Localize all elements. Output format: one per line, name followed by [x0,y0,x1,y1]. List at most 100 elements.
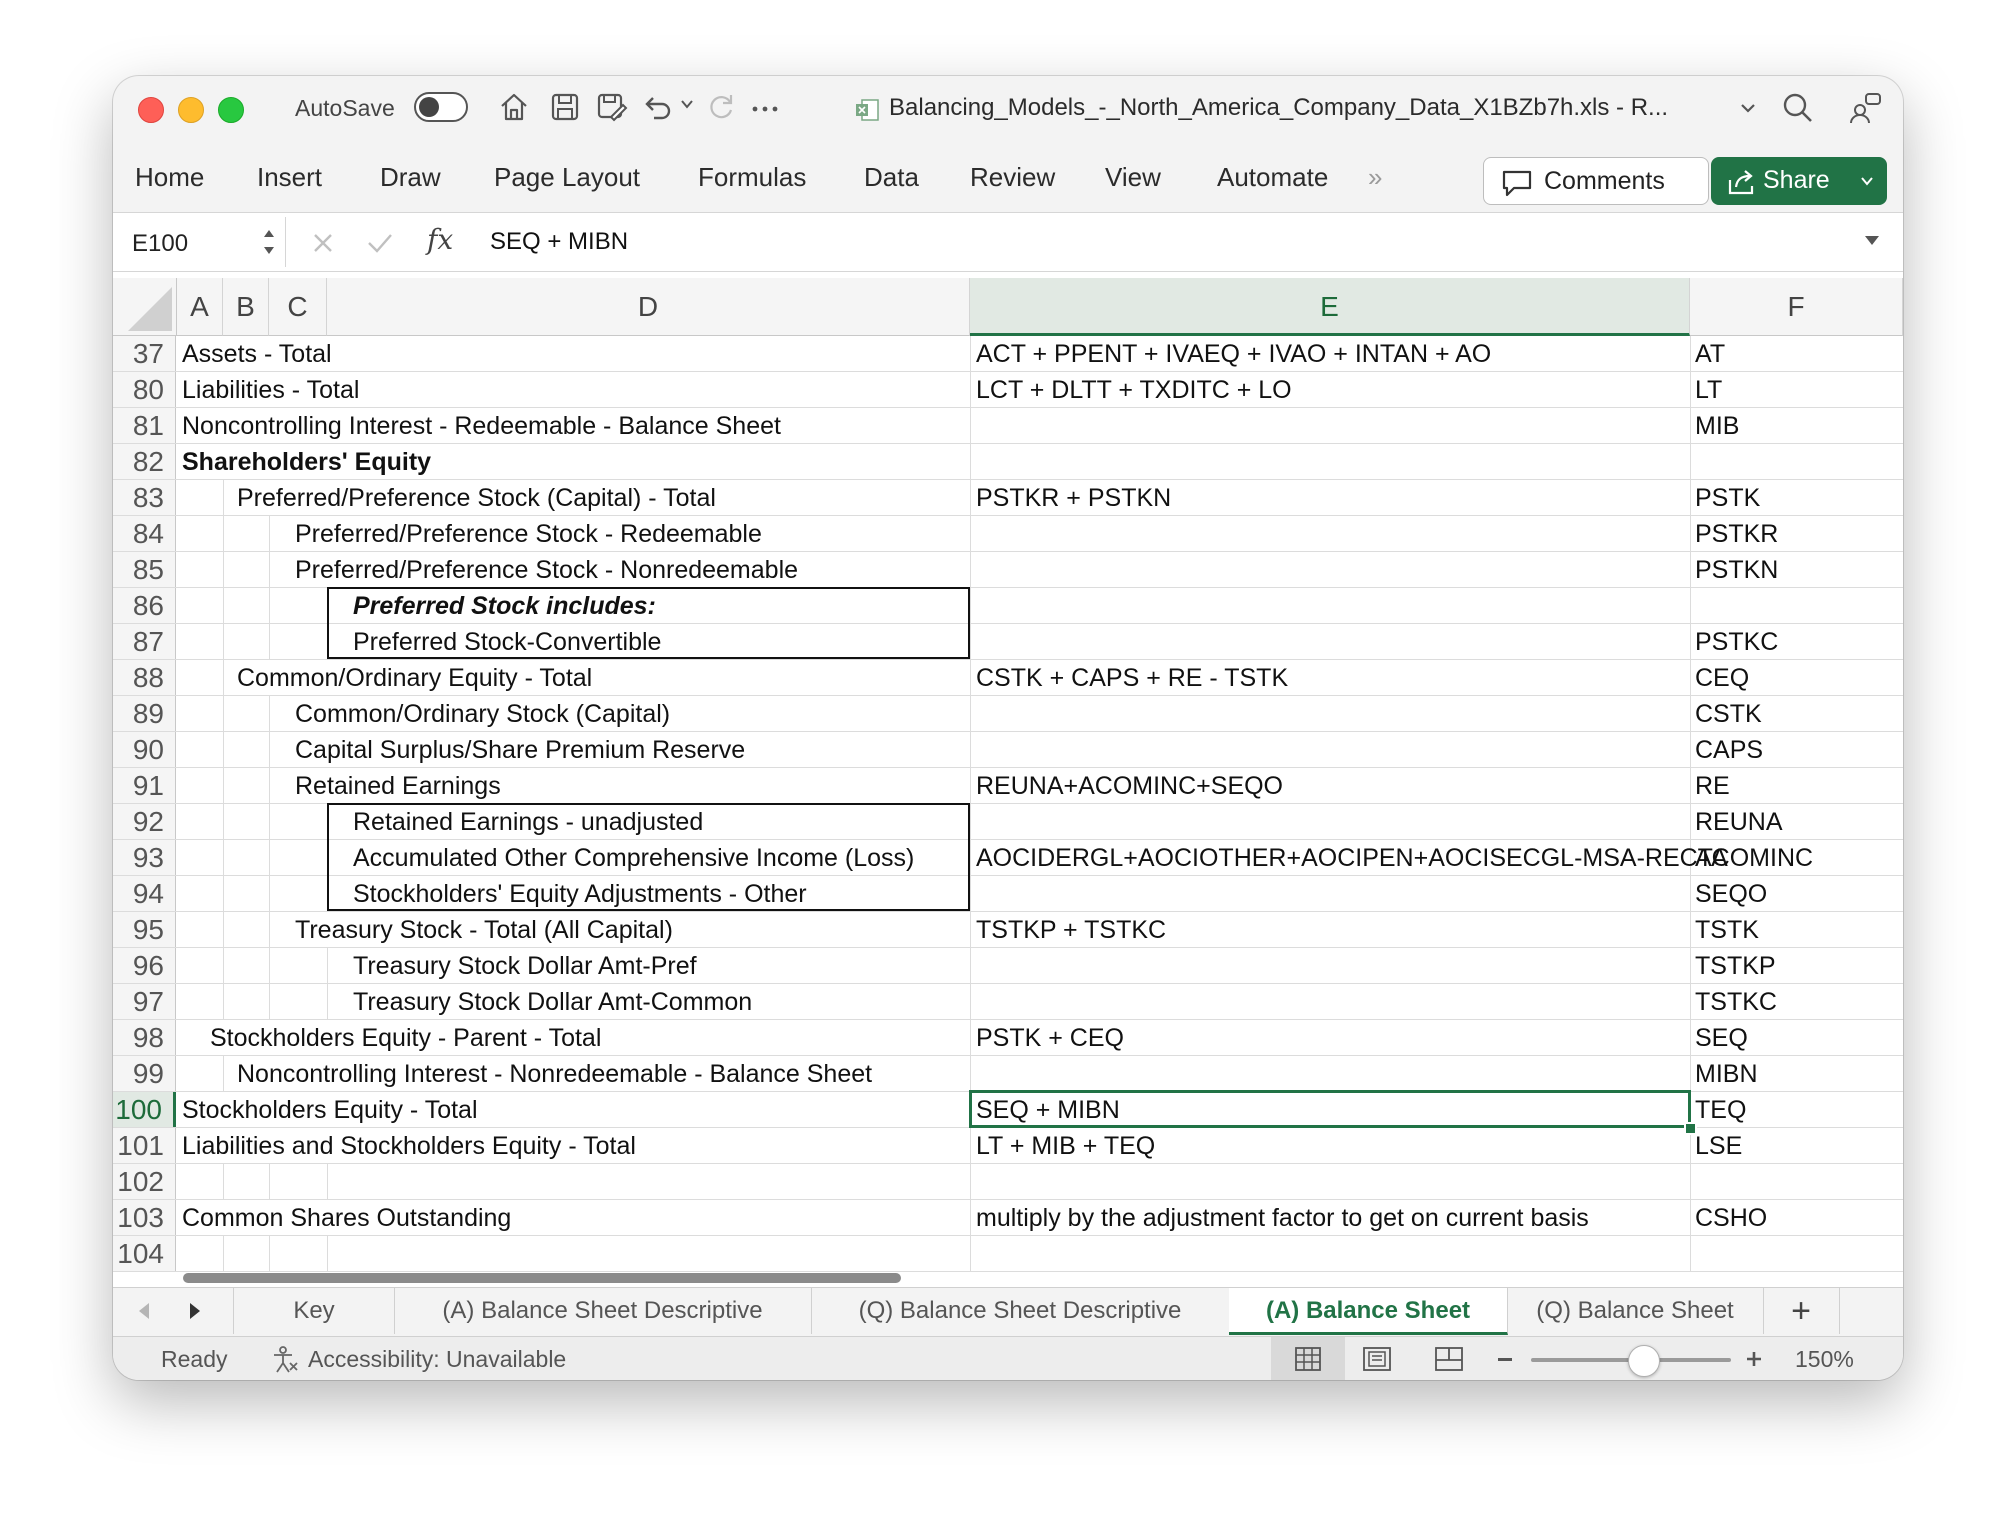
code-cell[interactable]: LSE [1695,1128,1742,1163]
redo-icon[interactable] [704,90,738,129]
comments-button[interactable]: Comments [1483,157,1709,205]
title-dropdown-chevron-icon[interactable] [1738,98,1758,123]
tab-draw[interactable]: Draw [380,162,441,193]
column-header-b[interactable]: B [223,278,269,336]
sheet-tab-a-balance-sheet-descriptive[interactable]: (A) Balance Sheet Descriptive [394,1288,812,1334]
row-header[interactable]: 91 [113,768,176,803]
maximize-window-button[interactable] [218,97,244,123]
label-cell[interactable]: Preferred/Preference Stock - Redeemable [295,516,762,551]
formula-cell[interactable]: PSTK + CEQ [976,1020,1124,1055]
expand-formula-bar-icon[interactable] [1863,233,1881,254]
column-header-e[interactable]: E [970,278,1690,336]
code-cell[interactable]: CSHO [1695,1200,1767,1235]
label-cell[interactable]: Capital Surplus/Share Premium Reserve [295,732,745,767]
code-cell[interactable]: AT [1695,336,1725,371]
row-header[interactable]: 101 [113,1128,176,1163]
code-cell[interactable]: PSTKR [1695,516,1778,551]
code-cell[interactable]: PSTKC [1695,624,1778,659]
tab-home[interactable]: Home [135,162,204,193]
spreadsheet-grid[interactable]: A B C D E F 37 Assets - Total ACT + PPENT … [113,272,1903,1287]
fill-handle[interactable] [1684,1122,1697,1135]
next-sheet-icon[interactable] [186,1300,204,1327]
code-cell[interactable]: TSTKC [1695,984,1777,1019]
horizontal-scrollbar[interactable] [183,1273,901,1283]
row-header[interactable]: 85 [113,552,176,587]
code-cell[interactable]: LT [1695,372,1722,407]
tab-view[interactable]: View [1105,162,1161,193]
row-header[interactable]: 90 [113,732,176,767]
code-cell[interactable]: RE [1695,768,1730,803]
label-cell[interactable]: Noncontrolling Interest - Nonredeemable … [237,1056,872,1091]
tab-insert[interactable]: Insert [257,162,322,193]
formula-cell[interactable]: LT + MIB + TEQ [976,1128,1155,1163]
account-icon[interactable] [1847,90,1883,131]
formula-cell[interactable]: REUNA+ACOMINC+SEQO [976,768,1283,803]
row-header[interactable]: 102 [113,1164,176,1199]
sheet-tab-a-balance-sheet[interactable]: (A) Balance Sheet [1229,1288,1508,1335]
row-header[interactable]: 37 [113,336,176,371]
share-button[interactable]: Share [1711,157,1887,205]
column-header-f[interactable]: F [1690,278,1903,336]
label-cell[interactable]: Noncontrolling Interest - Redeemable - B… [182,408,781,443]
close-window-button[interactable] [138,97,164,123]
name-box[interactable]: E100 [117,217,286,267]
sheet-tab-key[interactable]: Key [234,1288,395,1334]
row-header[interactable]: 96 [113,948,176,983]
row-header[interactable]: 97 [113,984,176,1019]
save-as-icon[interactable] [595,90,629,129]
search-icon[interactable] [1781,91,1815,130]
row-header[interactable]: 104 [113,1236,176,1271]
tab-page-layout[interactable]: Page Layout [494,162,640,193]
zoom-slider-knob[interactable] [1628,1345,1660,1377]
formula-cell[interactable]: AOCIDERGL+AOCIOTHER+AOCIPEN+AOCISECGL-MS… [976,840,1728,875]
code-cell[interactable]: PSTK [1695,480,1760,515]
row-header[interactable]: 99 [113,1056,176,1091]
label-cell[interactable]: Common/Ordinary Equity - Total [237,660,592,695]
code-cell[interactable]: TEQ [1695,1092,1746,1127]
formula-cell[interactable]: CSTK + CAPS + RE - TSTK [976,660,1288,695]
formula-cell[interactable]: TSTKP + TSTKC [976,912,1166,947]
label-cell[interactable]: Preferred/Preference Stock (Capital) - T… [237,480,716,515]
label-cell[interactable]: Treasury Stock Dollar Amt-Common [353,984,752,1019]
formula-cell[interactable]: PSTKR + PSTKN [976,480,1171,515]
label-cell[interactable]: Liabilities and Stockholders Equity - To… [182,1128,636,1163]
code-cell[interactable]: TSTK [1695,912,1759,947]
label-cell[interactable]: Stockholders Equity - Total [182,1092,478,1127]
label-cell[interactable]: Assets - Total [182,336,332,371]
formula-cell[interactable]: LCT + DLTT + TXDITC + LO [976,372,1292,407]
zoom-out-icon[interactable] [1498,1358,1512,1361]
previous-sheet-icon[interactable] [135,1300,153,1327]
code-cell[interactable]: CSTK [1695,696,1762,731]
insert-function-icon[interactable]: fx [427,223,453,256]
column-header-d[interactable]: D [327,278,970,336]
cancel-entry-icon[interactable] [309,229,337,262]
formula-cell[interactable]: multiply by the adjustment factor to get… [976,1200,1589,1235]
label-cell[interactable]: Shareholders' Equity [182,444,431,479]
label-cell[interactable]: Common Shares Outstanding [182,1200,511,1235]
column-header-a[interactable]: A [177,278,223,336]
label-cell[interactable]: Preferred/Preference Stock - Nonredeemab… [295,552,798,587]
tab-review[interactable]: Review [970,162,1055,193]
label-cell[interactable]: Stockholders Equity - Parent - Total [210,1020,601,1055]
row-header[interactable]: 98 [113,1020,176,1055]
page-layout-view-icon[interactable] [1363,1347,1391,1376]
row-header[interactable]: 81 [113,408,176,443]
zoom-in-icon[interactable] [1744,1349,1764,1374]
code-cell[interactable]: SEQ [1695,1020,1748,1055]
code-cell[interactable]: CAPS [1695,732,1763,767]
row-header[interactable]: 87 [113,624,176,659]
tab-formulas[interactable]: Formulas [698,162,806,193]
row-header[interactable]: 95 [113,912,176,947]
save-icon[interactable] [549,90,581,129]
confirm-entry-icon[interactable] [365,229,395,262]
code-cell[interactable]: MIB [1695,408,1739,443]
undo-icon[interactable] [640,90,674,129]
autosave-toggle[interactable] [414,92,468,122]
name-box-stepper-icon[interactable] [261,223,277,266]
row-header[interactable]: 80 [113,372,176,407]
minimize-window-button[interactable] [178,97,204,123]
code-cell[interactable]: SEQO [1695,876,1767,911]
code-cell[interactable]: PSTKN [1695,552,1778,587]
formula-input[interactable]: SEQ + MIBN [490,228,628,256]
column-header-c[interactable]: C [269,278,327,336]
